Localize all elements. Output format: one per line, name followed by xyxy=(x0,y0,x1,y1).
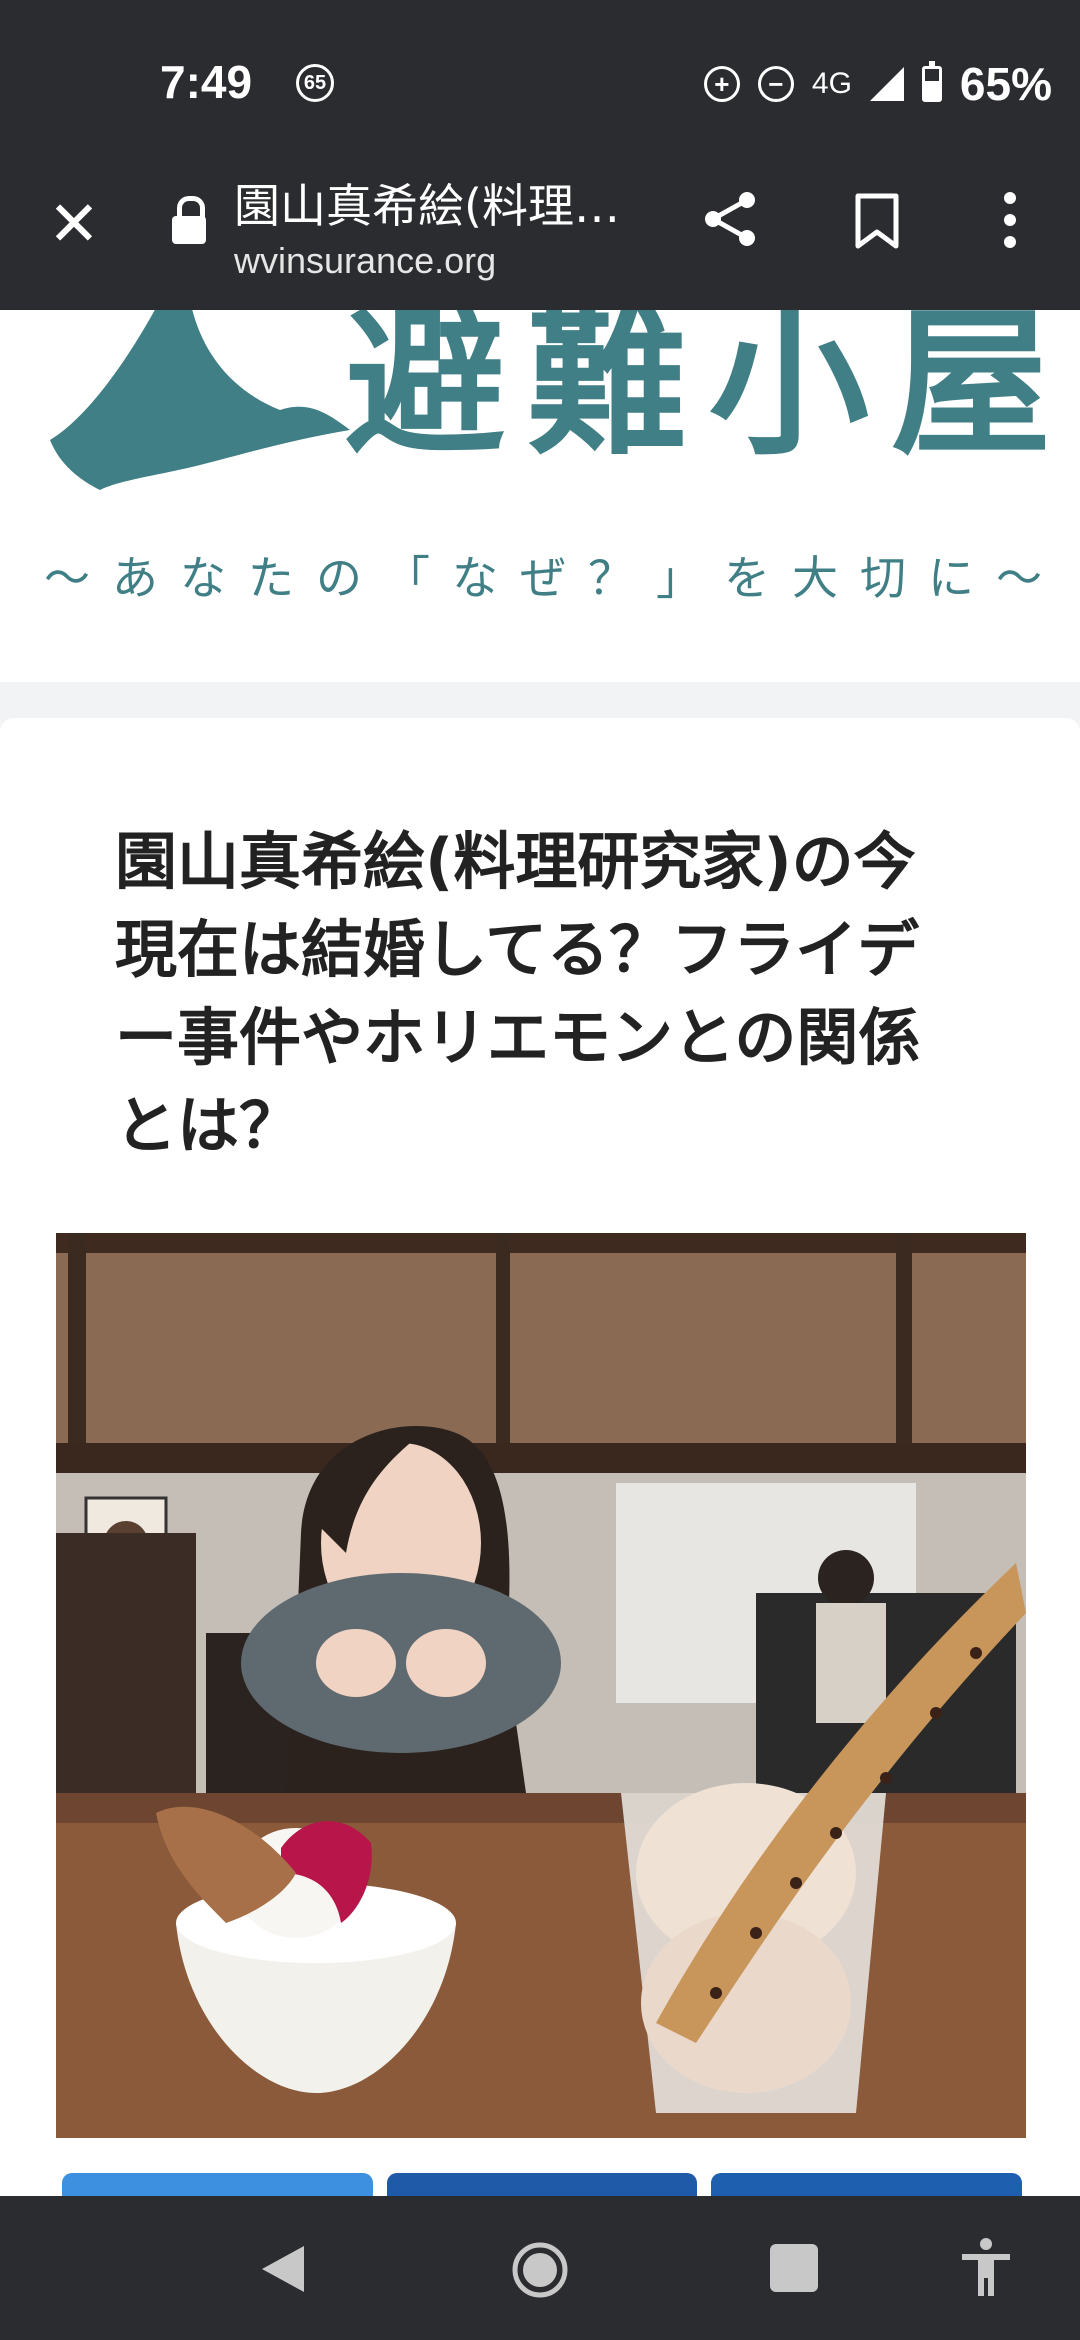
share-button-twitter[interactable] xyxy=(62,2173,373,2198)
close-icon[interactable]: ✕ xyxy=(42,192,106,256)
page-url[interactable]: wvinsurance.org xyxy=(234,240,496,282)
accessibility-icon[interactable] xyxy=(958,2236,1014,2300)
share-buttons xyxy=(62,2173,1023,2198)
recents-icon[interactable] xyxy=(770,2244,818,2292)
battery-percent: 65% xyxy=(959,58,1052,110)
notification-badge: 65 xyxy=(296,64,334,102)
data-saver-icon: + xyxy=(703,66,740,102)
logo-title: 避難小屋 xyxy=(345,310,1074,477)
article-photo xyxy=(56,1233,1026,2138)
signal-icon xyxy=(869,67,904,101)
browser-toolbar: ✕ 園山真希絵(料理研究家)の今現在は結婚してる？フライデー事件やホリエモンとの… xyxy=(0,160,1080,310)
status-time: 7:49 xyxy=(160,56,253,108)
lock-icon[interactable] xyxy=(170,196,208,246)
article-title: 園山真希絵(料理研究家)の今現在は結婚してる？フライデー事件やホリエモンとの関係… xyxy=(115,825,921,1162)
do-not-disturb-icon: − xyxy=(757,66,794,102)
article-card: 園山真希絵(料理研究家)の今現在は結婚してる？フライデー事件やホリエモンとの関係… xyxy=(0,718,1080,2198)
page-title[interactable]: 園山真希絵(料理研究家)の今現在は結婚してる？フライデー事件やホリエモンとの関係… xyxy=(234,170,624,236)
tagline: 〜あなたの「なぜ？」を大切に〜 xyxy=(44,551,1064,605)
status-bar: 7:49 65 + − 4G 65% xyxy=(0,0,1080,160)
share-button-hatena[interactable] xyxy=(711,2173,1023,2198)
share-button-facebook[interactable] xyxy=(386,2173,698,2198)
home-icon[interactable] xyxy=(510,2240,570,2300)
status-icons: + − 4G 65% xyxy=(703,58,1052,110)
navigation-bar xyxy=(0,2196,1080,2340)
back-icon[interactable] xyxy=(258,2242,308,2296)
bird-logo-icon xyxy=(50,310,350,490)
battery-icon xyxy=(921,61,942,102)
network-type: 4G xyxy=(811,67,852,100)
bookmark-icon[interactable] xyxy=(852,192,902,250)
share-icon[interactable] xyxy=(700,188,762,250)
site-banner[interactable]: 避難小屋 〜あなたの「なぜ？」を大切に〜 xyxy=(0,310,1080,682)
more-vert-icon[interactable] xyxy=(990,188,1030,252)
